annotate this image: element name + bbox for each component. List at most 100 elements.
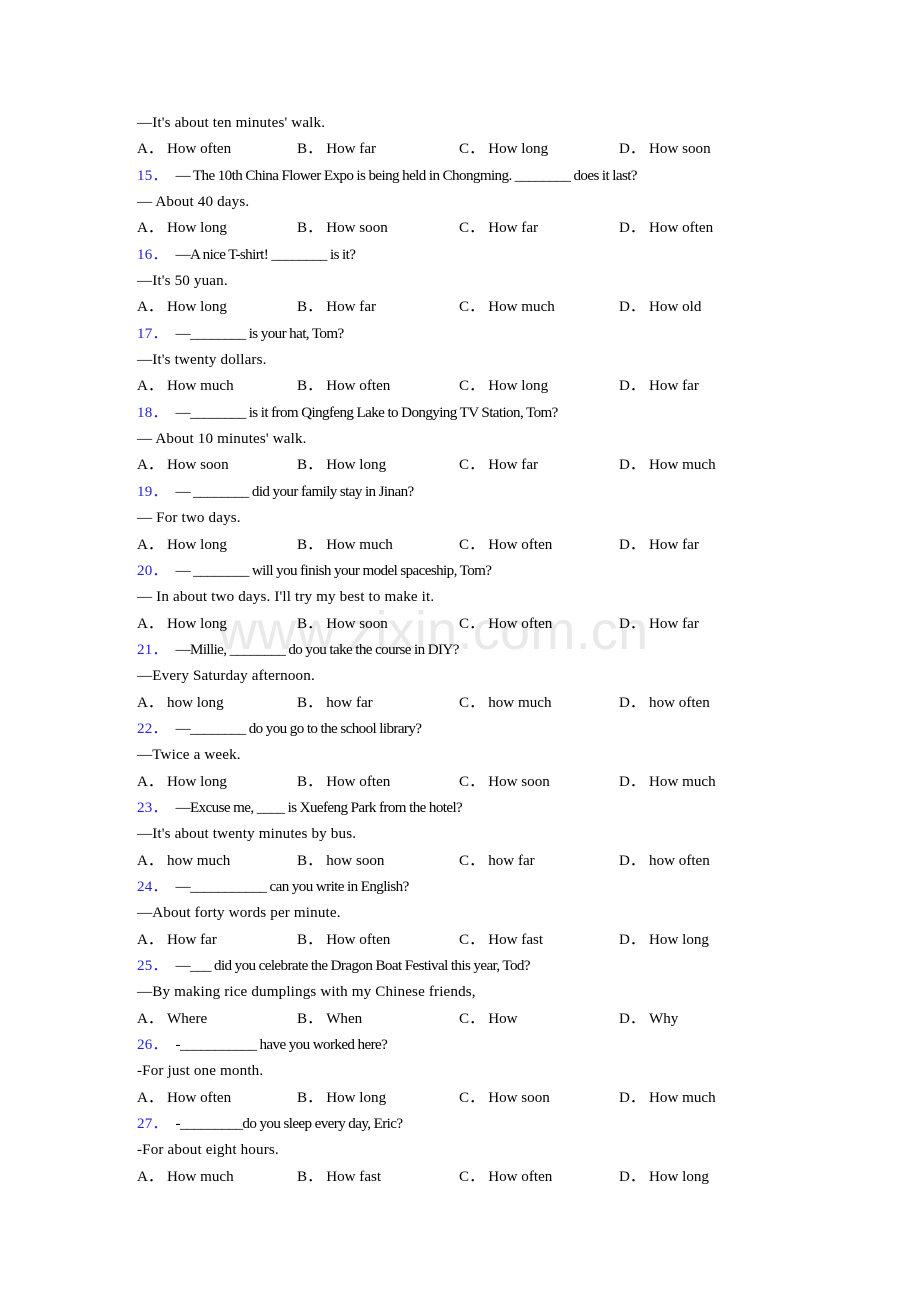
- option-a[interactable]: A． How often: [137, 1085, 231, 1111]
- option-text: How often: [488, 536, 553, 553]
- option-a[interactable]: A． How long: [137, 215, 227, 241]
- question-number-dot: ．: [152, 878, 168, 895]
- option-text: how long: [167, 694, 224, 711]
- option-d[interactable]: D． How much: [619, 1085, 716, 1111]
- option-b[interactable]: B． How often: [297, 769, 390, 795]
- option-a[interactable]: A． How soon: [137, 452, 229, 478]
- option-c[interactable]: C． How long: [459, 373, 548, 399]
- option-b[interactable]: B． how far: [297, 690, 373, 716]
- option-c[interactable]: C． How far: [459, 215, 538, 241]
- option-d[interactable]: D． How soon: [619, 136, 711, 162]
- question-number: 27．: [137, 1116, 169, 1132]
- option-d[interactable]: D． How often: [619, 215, 713, 241]
- option-c[interactable]: C． How soon: [459, 1085, 550, 1111]
- option-d[interactable]: D． Why: [619, 1006, 678, 1032]
- option-text: How soon: [326, 615, 388, 632]
- option-separator: ．: [469, 1089, 485, 1106]
- option-b[interactable]: B． How soon: [297, 611, 388, 637]
- option-letter: C: [459, 299, 470, 316]
- option-d[interactable]: D． How far: [619, 611, 699, 637]
- option-letter: A: [137, 1010, 148, 1027]
- option-d[interactable]: D． how often: [619, 690, 710, 716]
- option-a[interactable]: A． how long: [137, 690, 224, 716]
- option-text: How far: [488, 220, 539, 237]
- option-c[interactable]: C． How much: [459, 294, 555, 320]
- question-number: 23．: [137, 800, 169, 816]
- option-separator: ．: [147, 694, 164, 711]
- option-c[interactable]: C． How soon: [459, 769, 550, 795]
- option-text: how far: [326, 694, 373, 711]
- option-d[interactable]: D． how often: [619, 848, 710, 874]
- option-d[interactable]: D． How far: [619, 532, 699, 558]
- answer-line: —Every Saturday afternoon.: [137, 668, 315, 685]
- option-d[interactable]: D． How long: [619, 927, 709, 953]
- option-text: When: [326, 1010, 363, 1027]
- option-b[interactable]: B． how soon: [297, 848, 384, 874]
- option-d[interactable]: D． How old: [619, 294, 701, 320]
- option-b[interactable]: B． When: [297, 1006, 362, 1032]
- question-number: 18．: [137, 405, 169, 421]
- option-text: How old: [649, 299, 702, 316]
- option-text: How soon: [326, 220, 388, 237]
- option-letter: C: [459, 773, 470, 790]
- question-stem-text: —Millie, ________ do you take the course…: [175, 641, 460, 658]
- question-block: 23． —Excuse me, ____ is Xuefeng Park from…: [137, 795, 837, 874]
- option-a[interactable]: A． How much: [137, 373, 234, 399]
- option-b[interactable]: B． How far: [297, 136, 376, 162]
- option-letter: A: [137, 457, 148, 474]
- option-separator: ．: [469, 299, 485, 316]
- option-text: How soon: [167, 457, 229, 474]
- option-c[interactable]: C． how much: [459, 690, 552, 716]
- option-separator: ．: [307, 852, 323, 869]
- question-stem: 17． —________ is your hat, Tom?: [137, 321, 837, 347]
- answer-line: -For about eight hours.: [137, 1142, 279, 1159]
- option-text: how far: [488, 852, 535, 869]
- option-a[interactable]: A． how much: [137, 848, 230, 874]
- question-number-dot: ．: [152, 720, 168, 737]
- option-separator: ．: [307, 1010, 323, 1027]
- option-row: A． How far B． How often C． How fast D． How long: [137, 927, 837, 953]
- option-b[interactable]: B． How long: [297, 452, 386, 478]
- option-c[interactable]: C． How often: [459, 532, 552, 558]
- option-a[interactable]: A． How much: [137, 1164, 234, 1190]
- option-c[interactable]: C． How often: [459, 1164, 552, 1190]
- option-separator: ．: [147, 299, 164, 316]
- option-separator: ．: [307, 457, 323, 474]
- option-b[interactable]: B． How often: [297, 927, 390, 953]
- option-letter: C: [459, 378, 470, 395]
- option-text: how much: [167, 852, 231, 869]
- option-c[interactable]: C． How far: [459, 452, 538, 478]
- option-d[interactable]: D． How far: [619, 373, 699, 399]
- option-a[interactable]: A． How far: [137, 927, 217, 953]
- option-d[interactable]: D． How much: [619, 452, 716, 478]
- question-number-value: 26: [137, 1037, 153, 1054]
- option-text: How far: [488, 457, 539, 474]
- option-a[interactable]: A． Where: [137, 1006, 207, 1032]
- option-b[interactable]: B． How fast: [297, 1164, 381, 1190]
- option-a[interactable]: A． How long: [137, 769, 227, 795]
- option-d[interactable]: D． How much: [619, 769, 716, 795]
- option-b[interactable]: B． How long: [297, 1085, 386, 1111]
- question-number-dot: ．: [152, 167, 168, 184]
- option-c[interactable]: C． How: [459, 1006, 518, 1032]
- option-c[interactable]: C． how far: [459, 848, 535, 874]
- option-c[interactable]: C． How long: [459, 136, 548, 162]
- option-c[interactable]: C． How often: [459, 611, 552, 637]
- option-d[interactable]: D． How long: [619, 1164, 709, 1190]
- option-a[interactable]: A． How long: [137, 294, 227, 320]
- option-a[interactable]: A． How often: [137, 136, 231, 162]
- option-text: How long: [649, 1168, 709, 1185]
- option-separator: ．: [147, 536, 164, 553]
- question-stem: 23． —Excuse me, ____ is Xuefeng Park from…: [137, 795, 837, 821]
- option-b[interactable]: B． How soon: [297, 215, 388, 241]
- option-a[interactable]: A． How long: [137, 611, 227, 637]
- option-text: How far: [326, 299, 377, 316]
- question-number-value: 24: [137, 878, 153, 895]
- option-b[interactable]: B． How far: [297, 294, 376, 320]
- option-c[interactable]: C． How fast: [459, 927, 543, 953]
- option-b[interactable]: B． How often: [297, 373, 390, 399]
- option-separator: ．: [469, 536, 485, 553]
- document-page: www.zixin.com.cn —It's about ten minutes…: [0, 0, 920, 1302]
- option-a[interactable]: A． How long: [137, 532, 227, 558]
- option-b[interactable]: B． How much: [297, 532, 393, 558]
